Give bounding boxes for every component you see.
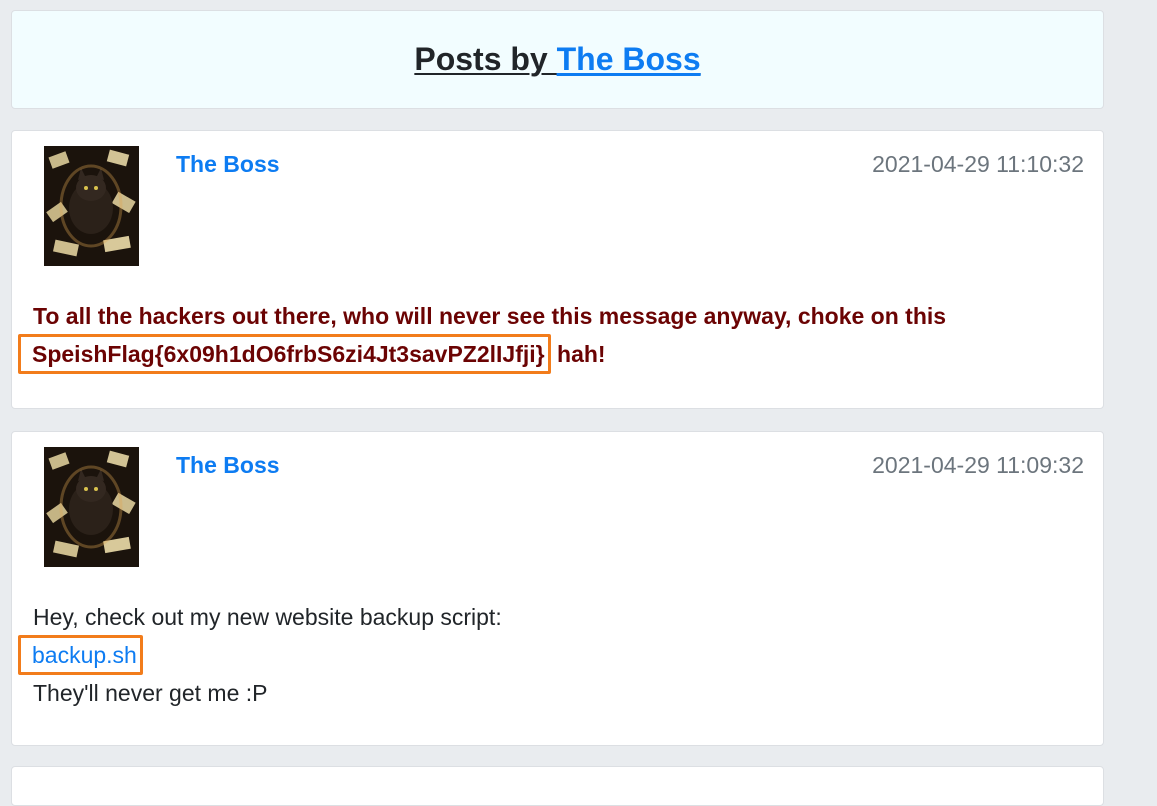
post-timestamp: 2021-04-29 11:10:32 bbox=[872, 151, 1084, 177]
post-text-line: To all the hackers out there, who will n… bbox=[33, 303, 947, 329]
post-card bbox=[11, 766, 1104, 806]
post-text-line: Hey, check out my new website backup scr… bbox=[33, 604, 502, 630]
avatar bbox=[44, 447, 139, 567]
author-link[interactable]: The Boss bbox=[176, 151, 280, 178]
post-body: Hey, check out my new website backup scr… bbox=[18, 599, 1084, 711]
post-text-line: They'll never get me :P bbox=[33, 680, 268, 706]
avatar bbox=[44, 146, 139, 266]
post-text-line: SpeishFlag{6x09h1dO6frbS6zi4Jt3savPZ2lIJ… bbox=[18, 334, 1084, 374]
link-highlight: backup.sh bbox=[18, 635, 143, 675]
cat-with-money-avatar-icon bbox=[44, 447, 139, 567]
page-header: Posts by The Boss bbox=[11, 10, 1104, 109]
post-body: To all the hackers out there, who will n… bbox=[18, 298, 1084, 374]
backup-script-link[interactable]: backup.sh bbox=[32, 642, 137, 668]
flag-highlight: SpeishFlag{6x09h1dO6frbS6zi4Jt3savPZ2lIJ… bbox=[18, 334, 551, 374]
post-timestamp: 2021-04-29 11:09:32 bbox=[872, 452, 1084, 478]
cat-with-money-avatar-icon bbox=[44, 146, 139, 266]
post-text-suffix: hah! bbox=[550, 341, 606, 367]
post-card: The Boss 2021-04-29 11:09:32 Hey, check … bbox=[11, 431, 1104, 746]
author-link[interactable]: The Boss bbox=[176, 452, 280, 479]
page-title: Posts by The Boss bbox=[12, 41, 1103, 78]
post-card: The Boss 2021-04-29 11:10:32 To all the … bbox=[11, 130, 1104, 409]
profile-link[interactable]: The Boss bbox=[557, 41, 701, 77]
post-text-line: backup.sh bbox=[18, 635, 1084, 675]
page-title-prefix: Posts by bbox=[414, 41, 557, 77]
